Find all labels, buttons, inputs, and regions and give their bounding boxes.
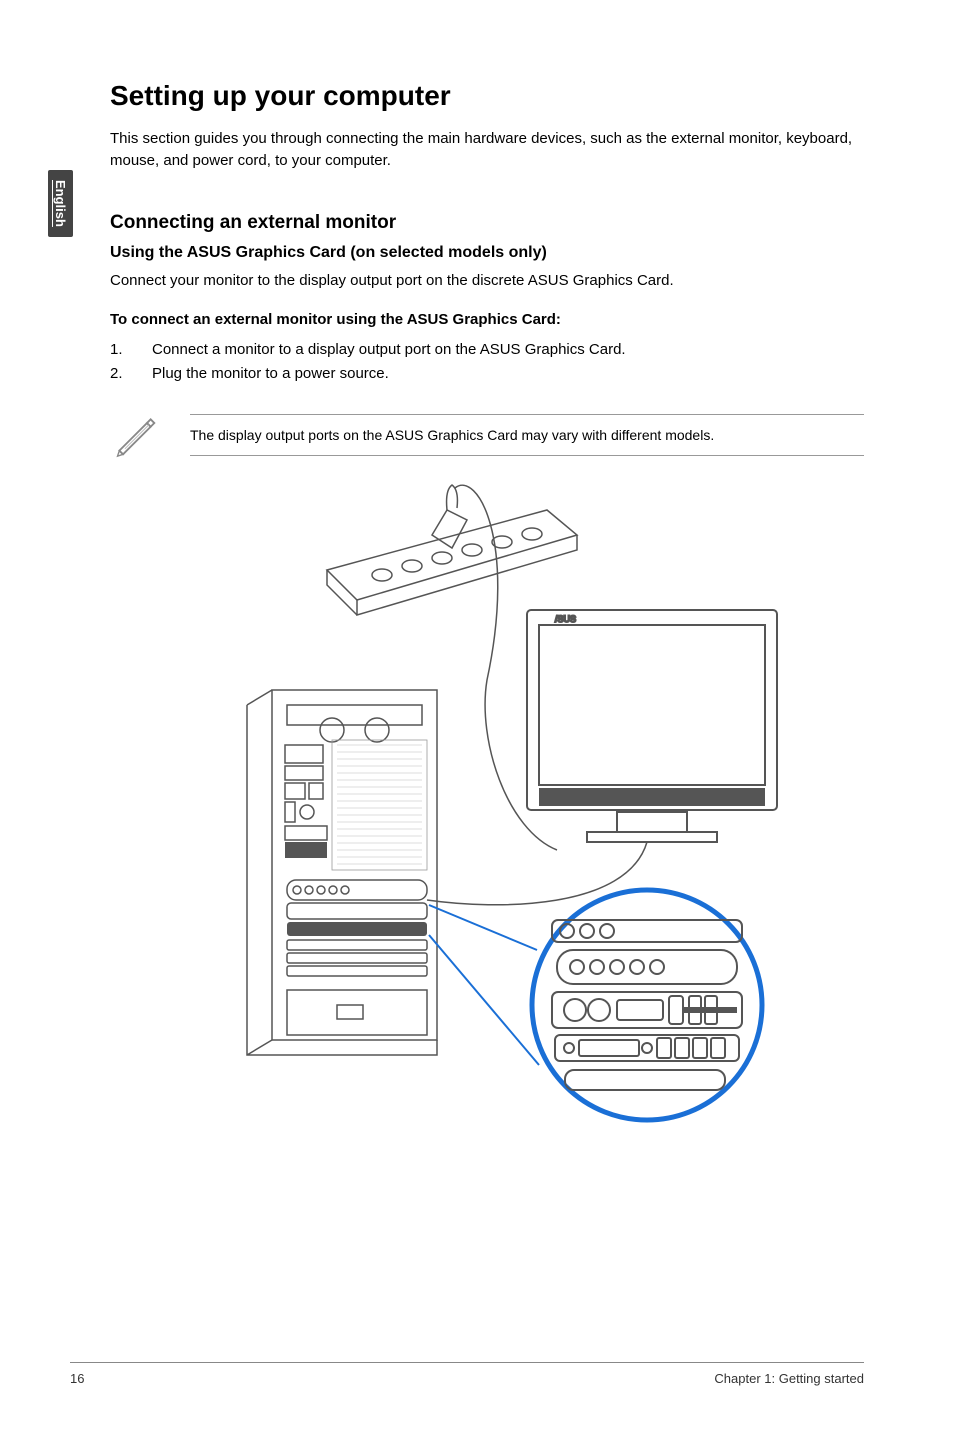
note-text: The display output ports on the ASUS Gra…	[190, 414, 864, 456]
page-title: Setting up your computer	[110, 80, 864, 112]
page-number: 16	[70, 1371, 84, 1386]
page-footer: 16 Chapter 1: Getting started	[70, 1362, 864, 1386]
subsection-heading: Using the ASUS Graphics Card (on selecte…	[110, 244, 864, 262]
body-paragraph: Connect your monitor to the display outp…	[110, 270, 864, 292]
step-number: 2.	[110, 362, 152, 386]
step-number: 1.	[110, 338, 152, 362]
list-item: 2. Plug the monitor to a power source.	[110, 362, 864, 386]
steps-list: 1. Connect a monitor to a display output…	[110, 338, 864, 386]
list-item: 1. Connect a monitor to a display output…	[110, 338, 864, 362]
steps-heading: To connect an external monitor using the…	[110, 311, 864, 328]
note-callout: The display output ports on the ASUS Gra…	[110, 410, 864, 460]
step-text: Connect a monitor to a display output po…	[152, 338, 626, 362]
svg-text:/SUS: /SUS	[555, 614, 576, 624]
note-icon	[110, 410, 160, 460]
intro-paragraph: This section guides you through connecti…	[110, 128, 864, 172]
step-text: Plug the monitor to a power source.	[152, 362, 389, 386]
section-heading: Connecting an external monitor	[110, 212, 864, 234]
chapter-label: Chapter 1: Getting started	[714, 1371, 864, 1386]
language-tab: English	[48, 170, 73, 237]
connection-diagram: /SUS	[177, 480, 797, 1160]
